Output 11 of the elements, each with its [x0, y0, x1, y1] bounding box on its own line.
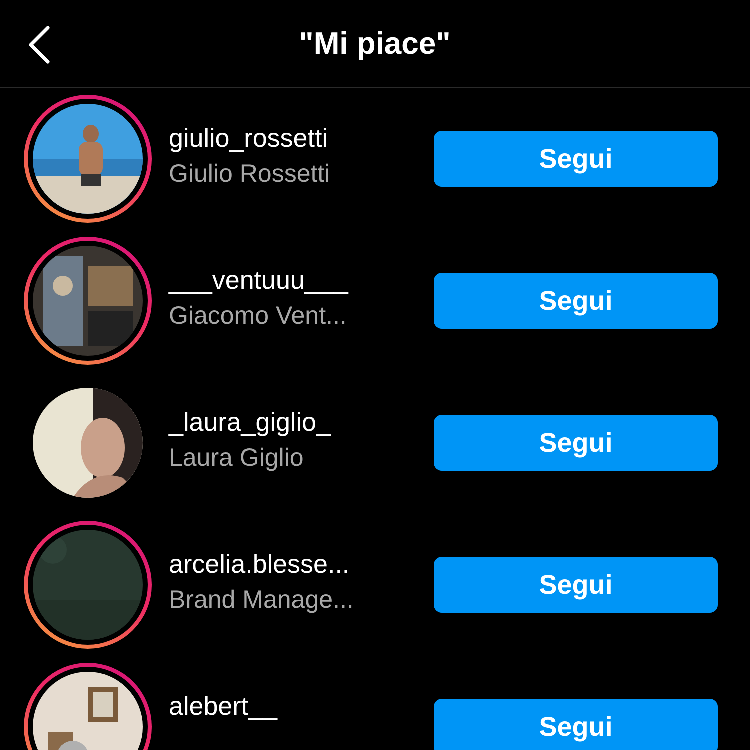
username[interactable]: alebert__: [169, 691, 434, 722]
full-name: Giacomo Vent...: [169, 302, 348, 331]
full-name: Brand Manage...: [169, 586, 355, 615]
full-name: Giulio Rossetti: [169, 160, 332, 189]
username[interactable]: _laura_giglio_: [169, 407, 434, 438]
full-name: Laura Giglio: [169, 444, 305, 473]
username[interactable]: arcelia.blesse...: [169, 549, 434, 580]
page-title: "Mi piace": [299, 26, 451, 62]
back-icon[interactable]: [26, 25, 52, 65]
username[interactable]: giulio_rossetti: [169, 123, 434, 154]
username[interactable]: ___ventuuu___: [169, 265, 434, 296]
